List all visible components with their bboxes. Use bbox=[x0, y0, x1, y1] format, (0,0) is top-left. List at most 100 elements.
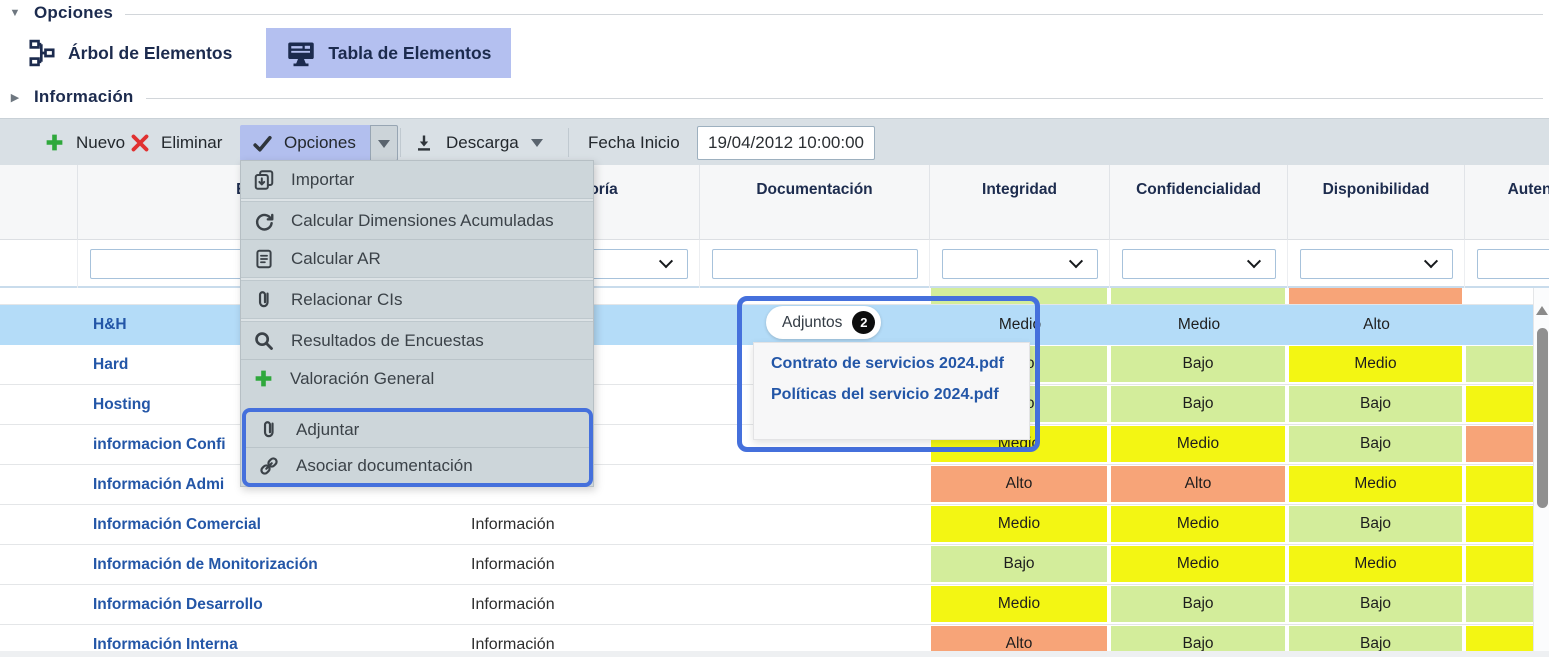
column-header-confidencialidad[interactable]: Confidencialidad bbox=[1110, 165, 1288, 240]
fecha-inicio-input[interactable] bbox=[697, 126, 875, 160]
table-row[interactable] bbox=[0, 288, 1533, 305]
menu-item-calcular-ar[interactable]: Calcular AR bbox=[241, 240, 593, 277]
menu-item-asociar-documentaci-n[interactable]: Asociar documentación bbox=[246, 448, 589, 483]
cell-documentacion bbox=[700, 505, 930, 544]
chevron-down-icon bbox=[1069, 254, 1083, 268]
column-header-sel bbox=[0, 165, 78, 240]
cell-sel bbox=[0, 505, 78, 544]
descarga-button[interactable]: Descarga bbox=[414, 119, 543, 166]
cell-sel bbox=[0, 545, 78, 584]
document-icon bbox=[253, 248, 275, 270]
column-header-label: Confidencialidad bbox=[1136, 181, 1261, 198]
cell-elemento: Información de Monitorización bbox=[78, 545, 465, 584]
filter-select-integridad[interactable] bbox=[942, 249, 1098, 279]
menu-item-label: Resultados de Encuestas bbox=[291, 331, 484, 351]
menu-item-label: Asociar documentación bbox=[296, 456, 473, 476]
filter-cell-sel bbox=[0, 240, 78, 288]
chevron-down-icon bbox=[531, 139, 543, 153]
cell-confidencialidad: Medio bbox=[1110, 505, 1288, 544]
table-row[interactable]: Información ComercialInformaciónMedioMed… bbox=[0, 505, 1533, 545]
value-cell-bajo: Bajo bbox=[1111, 586, 1285, 622]
cell-confidencialidad: Bajo bbox=[1110, 385, 1288, 424]
menu-item-importar[interactable]: Importar bbox=[241, 161, 593, 198]
opciones-label: Opciones bbox=[284, 133, 356, 153]
column-header-label: Disponibilidad bbox=[1323, 181, 1430, 198]
adjuntos-chip[interactable]: Adjuntos 2 bbox=[766, 306, 881, 339]
value-cell-bajo: Bajo bbox=[1111, 346, 1285, 382]
attachment-link[interactable]: Contrato de servicios 2024.pdf bbox=[771, 355, 1029, 373]
cell-integridad: Bajo bbox=[930, 545, 1110, 584]
fecha-inicio-label: Fecha Inicio bbox=[588, 119, 680, 166]
attachment-link[interactable]: Políticas del servicio 2024.pdf bbox=[771, 386, 1029, 404]
column-header-autenticidad[interactable]: Autenticidad bbox=[1465, 165, 1549, 240]
table-row[interactable]: Información AdmiAltoAltoMedio bbox=[0, 465, 1533, 505]
cell-autenticidad bbox=[1465, 505, 1533, 544]
opciones-button[interactable]: Opciones bbox=[240, 125, 398, 161]
column-header-integridad[interactable]: Integridad bbox=[930, 165, 1110, 240]
scroll-up-arrow-icon[interactable] bbox=[1536, 300, 1548, 315]
scrollbar-thumb[interactable] bbox=[1537, 328, 1548, 508]
menu-item-relacionar-cis[interactable]: Relacionar CIs bbox=[241, 281, 593, 318]
cell-elemento: Información Comercial bbox=[78, 505, 465, 544]
nuevo-button[interactable]: Nuevo bbox=[44, 119, 125, 166]
horizontal-scrollbar[interactable] bbox=[0, 651, 1549, 657]
plus-icon bbox=[44, 132, 65, 153]
download-icon bbox=[414, 133, 434, 153]
collapse-triangle-icon[interactable]: ▼ bbox=[8, 7, 22, 19]
filter-input-autenticidad[interactable] bbox=[1477, 249, 1549, 279]
value-cell-medio: Medio bbox=[1111, 546, 1285, 582]
cell-integridad: Medio bbox=[930, 505, 1110, 544]
cell-autenticidad bbox=[1465, 385, 1533, 424]
table-row[interactable]: Información DesarrolloInformaciónMedioBa… bbox=[0, 585, 1533, 625]
filter-cell-confidencialidad bbox=[1110, 240, 1288, 288]
cell-sel bbox=[0, 288, 78, 304]
vertical-scrollbar[interactable] bbox=[1533, 288, 1549, 657]
menu-item-valoraci-n-general[interactable]: Valoración General bbox=[241, 360, 593, 397]
tab-label: Árbol de Elementos bbox=[68, 43, 232, 64]
value-cell-bajo: Bajo bbox=[1289, 386, 1462, 422]
eliminar-button[interactable]: Eliminar bbox=[130, 119, 222, 166]
value-cell-alto: Alto bbox=[1111, 466, 1285, 502]
filter-cell-autenticidad bbox=[1465, 240, 1549, 288]
paperclip-icon bbox=[253, 289, 275, 311]
filter-select-disponibilidad[interactable] bbox=[1300, 249, 1453, 279]
section-title: Información bbox=[34, 87, 134, 107]
cell-autenticidad bbox=[1465, 545, 1533, 584]
section-opciones: ▼ Opciones bbox=[8, 1, 1543, 25]
menu-item-resultados-de-encuestas[interactable]: Resultados de Encuestas bbox=[241, 322, 593, 359]
cell-sel bbox=[0, 345, 78, 384]
divider bbox=[146, 98, 1544, 99]
filter-cell-integridad bbox=[930, 240, 1110, 288]
cell-categoria: Información bbox=[465, 545, 700, 584]
menu-item-label: Valoración General bbox=[290, 369, 434, 389]
cell-confidencialidad: Alto bbox=[1110, 465, 1288, 504]
menu-item-label: Calcular AR bbox=[291, 249, 381, 269]
value-cell-bajo: Bajo bbox=[931, 546, 1107, 582]
tree-icon bbox=[28, 39, 56, 67]
cell-autenticidad bbox=[1465, 345, 1533, 384]
filter-input-documentacion[interactable] bbox=[712, 249, 918, 279]
cell-autenticidad bbox=[1465, 288, 1533, 304]
menu-item-calcular-dimensiones-acumuladas[interactable]: Calcular Dimensiones Acumuladas bbox=[241, 202, 593, 239]
app-window: ▼ Opciones Árbol de Elementos Tabla de El… bbox=[0, 0, 1549, 657]
value-cell-medio bbox=[1466, 546, 1533, 582]
value-cell-medio bbox=[1466, 386, 1533, 422]
menu-item-label: Calcular Dimensiones Acumuladas bbox=[291, 211, 554, 231]
cell-disponibilidad: Medio bbox=[1288, 465, 1465, 504]
tab-tabla-de-elementos[interactable]: Tabla de Elementos bbox=[266, 28, 511, 78]
expand-triangle-icon[interactable]: ▶ bbox=[8, 91, 22, 104]
value-cell-bajo: Bajo bbox=[1289, 426, 1462, 462]
filter-select-confidencialidad[interactable] bbox=[1122, 249, 1276, 279]
opciones-button-main[interactable]: Opciones bbox=[240, 125, 370, 161]
table-row[interactable]: Información de MonitorizaciónInformación… bbox=[0, 545, 1533, 585]
import-icon bbox=[253, 169, 275, 191]
column-header-label: Integridad bbox=[982, 181, 1057, 198]
column-header-documentacion[interactable]: Documentación bbox=[700, 165, 930, 240]
cell-disponibilidad: Alto bbox=[1288, 305, 1465, 345]
descarga-label: Descarga bbox=[446, 133, 519, 153]
menu-item-adjuntar[interactable]: Adjuntar bbox=[246, 412, 589, 447]
column-header-disponibilidad[interactable]: Disponibilidad bbox=[1288, 165, 1465, 240]
tab-arbol-de-elementos[interactable]: Árbol de Elementos bbox=[8, 28, 252, 78]
toolbar: Nuevo Eliminar Opciones Descarga Fecha I… bbox=[0, 118, 1549, 165]
opciones-dropdown-arrow[interactable] bbox=[370, 125, 398, 161]
